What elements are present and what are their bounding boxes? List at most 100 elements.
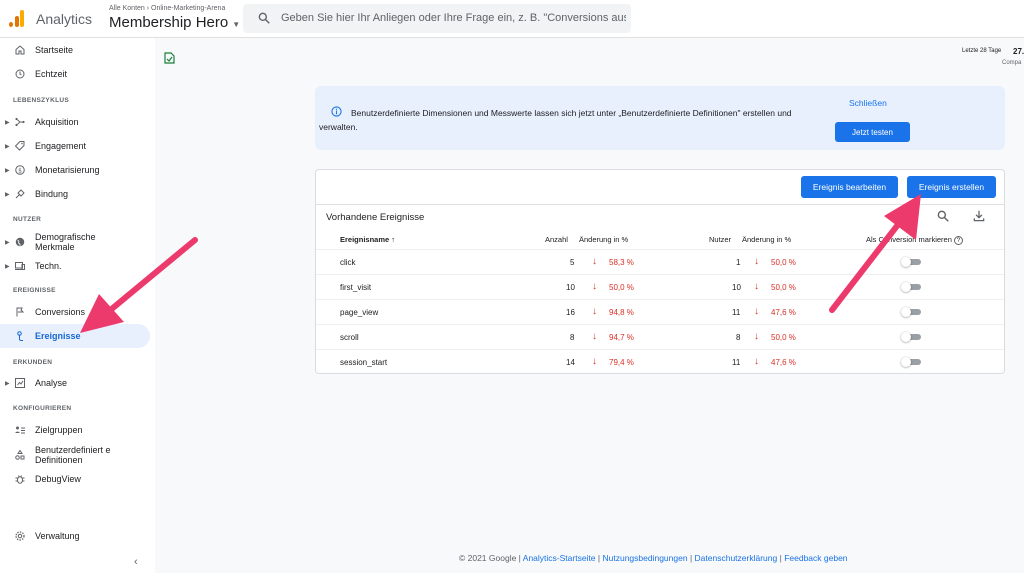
search-input[interactable]: Geben Sie hier Ihr Anliegen oder Ihre Fr… — [281, 12, 626, 24]
banner-text: Benutzerdefinierte Dimensionen und Messw… — [319, 108, 792, 132]
sidebar-item-demographics[interactable]: ▶ Demografische Merkmale — [0, 229, 150, 255]
sidebar-item-custom-definitions[interactable]: Benutzerdefiniert e Definitionen — [0, 442, 150, 468]
expand-arrow-icon[interactable]: ▶ — [5, 167, 10, 174]
header-mark-conversion: Als Conversion markieren ? — [866, 235, 963, 245]
section-users: NUTZER — [13, 216, 42, 223]
sidebar-item-acquisition[interactable]: ▶ Akquisition — [0, 110, 150, 134]
footer-terms-link[interactable]: Nutzungsbedingungen — [603, 553, 688, 563]
sidebar-item-analysis[interactable]: ▶ Analyse — [0, 371, 150, 395]
footer-feedback-link[interactable]: Feedback geben — [784, 553, 847, 563]
footer: © 2021 Google | Analytics-Startseite | N… — [459, 553, 848, 563]
expand-arrow-icon[interactable]: ▶ — [5, 380, 10, 387]
tag-icon — [14, 141, 25, 151]
conversion-toggle[interactable] — [901, 282, 921, 292]
sidebar-item-tech[interactable]: ▶ Techn. — [0, 254, 150, 278]
table-row[interactable]: scroll 8 ↓ 94,7 % 8 ↓ 50,0 % — [316, 324, 1004, 349]
sidebar-item-realtime[interactable]: Echtzeit — [0, 62, 150, 86]
svg-text:$: $ — [18, 167, 22, 174]
table-row[interactable]: click 5 ↓ 58,3 % 1 ↓ 50,0 % — [316, 249, 1004, 274]
conversion-toggle[interactable] — [901, 257, 921, 267]
arrow-down-icon: ↓ — [754, 356, 759, 367]
expand-arrow-icon[interactable]: ▶ — [5, 119, 10, 126]
try-now-button[interactable]: Jetzt testen — [835, 122, 910, 142]
create-event-button[interactable]: Ereignis erstellen — [907, 176, 996, 198]
analytics-logo-icon[interactable] — [9, 9, 25, 27]
expand-arrow-icon[interactable]: ▶ — [5, 143, 10, 150]
expand-arrow-icon[interactable]: ▶ — [5, 191, 10, 198]
arrow-down-icon: ↓ — [592, 256, 597, 267]
search-bar[interactable]: Geben Sie hier Ihr Anliegen oder Ihre Fr… — [243, 4, 631, 33]
header-users[interactable]: Nutzer — [709, 235, 731, 244]
table-row[interactable]: first_visit 10 ↓ 50,0 % 10 ↓ 50,0 % — [316, 274, 1004, 299]
footer-home-link[interactable]: Analytics-Startseite — [523, 553, 596, 563]
date-range-value[interactable]: 27. — [1013, 47, 1024, 56]
event-name[interactable]: click — [340, 258, 356, 267]
clock-icon — [15, 69, 25, 79]
user-count: 11 — [732, 308, 741, 317]
sidebar-item-label: Zielgruppen — [35, 425, 83, 435]
analysis-icon — [15, 378, 25, 388]
sidebar-item-label: Techn. — [35, 261, 62, 271]
table-row[interactable]: session_start 14 ↓ 79,4 % 11 ↓ 47,6 % — [316, 349, 1004, 374]
event-name[interactable]: scroll — [340, 333, 359, 342]
sidebar-item-audiences[interactable]: Zielgruppen — [0, 418, 150, 442]
sidebar-item-label: Akquisition — [35, 117, 79, 127]
event-count: 5 — [570, 258, 575, 267]
arrow-down-icon: ↓ — [592, 306, 597, 317]
app-header: Analytics Alle Konten › Online-Marketing… — [0, 0, 1024, 38]
sidebar-item-home[interactable]: Startseite — [0, 38, 150, 62]
sidebar-item-events[interactable]: Ereignisse — [0, 324, 150, 348]
property-selector[interactable]: Membership Hero ▼ — [109, 14, 240, 31]
download-icon[interactable] — [972, 209, 986, 223]
conversion-toggle[interactable] — [901, 307, 921, 317]
edit-event-button[interactable]: Ereignis bearbeiten — [801, 176, 898, 198]
help-icon[interactable]: ? — [953, 236, 963, 245]
expand-arrow-icon[interactable]: ▶ — [5, 263, 10, 270]
header-count[interactable]: Anzahl — [545, 235, 568, 244]
event-name[interactable]: first_visit — [340, 283, 371, 292]
sidebar-item-label: Analyse — [35, 378, 68, 388]
info-banner: Benutzerdefinierte Dimensionen und Messw… — [315, 86, 1005, 150]
event-count: 8 — [570, 333, 575, 342]
banner-close-link[interactable]: Schließen — [849, 98, 887, 108]
arrow-down-icon: ↓ — [592, 281, 597, 292]
sidebar-item-label: Verwaltung — [35, 531, 80, 541]
section-events: EREIGNISSE — [13, 287, 56, 294]
touch-icon — [17, 331, 23, 341]
users-change: 50,0 % — [771, 258, 796, 267]
users-change: 50,0 % — [771, 333, 796, 342]
verified-report-icon[interactable] — [164, 52, 175, 64]
sidebar-item-label: Echtzeit — [35, 69, 68, 79]
sidebar-item-conversions[interactable]: Conversions — [0, 300, 150, 324]
footer-privacy-link[interactable]: Datenschutzerklärung — [695, 553, 778, 563]
sidebar-item-debugview[interactable]: DebugView — [0, 467, 150, 491]
header-count-change[interactable]: Änderung in % — [579, 235, 628, 244]
acquisition-icon — [15, 117, 25, 127]
event-name[interactable]: page_view — [340, 308, 378, 317]
arrow-down-icon: ↓ — [592, 331, 597, 342]
users-change: 47,6 % — [771, 358, 796, 367]
sidebar: Startseite Echtzeit LEBENSZYKLUS ▶ Akqui… — [0, 38, 155, 573]
header-event-name[interactable]: Ereignisname ↑ — [340, 235, 395, 244]
sidebar-item-engagement[interactable]: ▶ Engagement — [0, 134, 150, 158]
arrow-down-icon: ↓ — [754, 281, 759, 292]
section-explore: ERKUNDEN — [13, 359, 53, 366]
breadcrumb[interactable]: Alle Konten › Online-Marketing-Arena — [109, 5, 225, 12]
date-range-label[interactable]: Letzte 28 Tage — [962, 48, 1001, 54]
user-count: 1 — [736, 258, 741, 267]
table-row[interactable]: page_view 16 ↓ 94,8 % 11 ↓ 47,6 % — [316, 299, 1004, 324]
collapse-sidebar-icon[interactable]: ‹ — [134, 556, 138, 568]
sidebar-item-admin[interactable]: Verwaltung — [0, 524, 150, 548]
event-name[interactable]: session_start — [340, 358, 387, 367]
search-icon[interactable] — [936, 209, 950, 223]
expand-arrow-icon[interactable]: ▶ — [5, 239, 10, 246]
conversion-toggle[interactable] — [901, 332, 921, 342]
sidebar-item-monetization[interactable]: ▶ $ Monetarisierung — [0, 158, 150, 182]
sidebar-item-label: Engagement — [35, 141, 87, 151]
dollar-icon: $ — [15, 165, 25, 175]
main-content: Letzte 28 Tage 27. Compa Benutzerdefinie… — [155, 38, 1024, 573]
conversion-toggle[interactable] — [901, 357, 921, 367]
header-users-change[interactable]: Änderung in % — [742, 235, 791, 244]
sidebar-item-retention[interactable]: ▶ Bindung — [0, 182, 150, 206]
compare-label[interactable]: Compa — [1002, 60, 1021, 66]
